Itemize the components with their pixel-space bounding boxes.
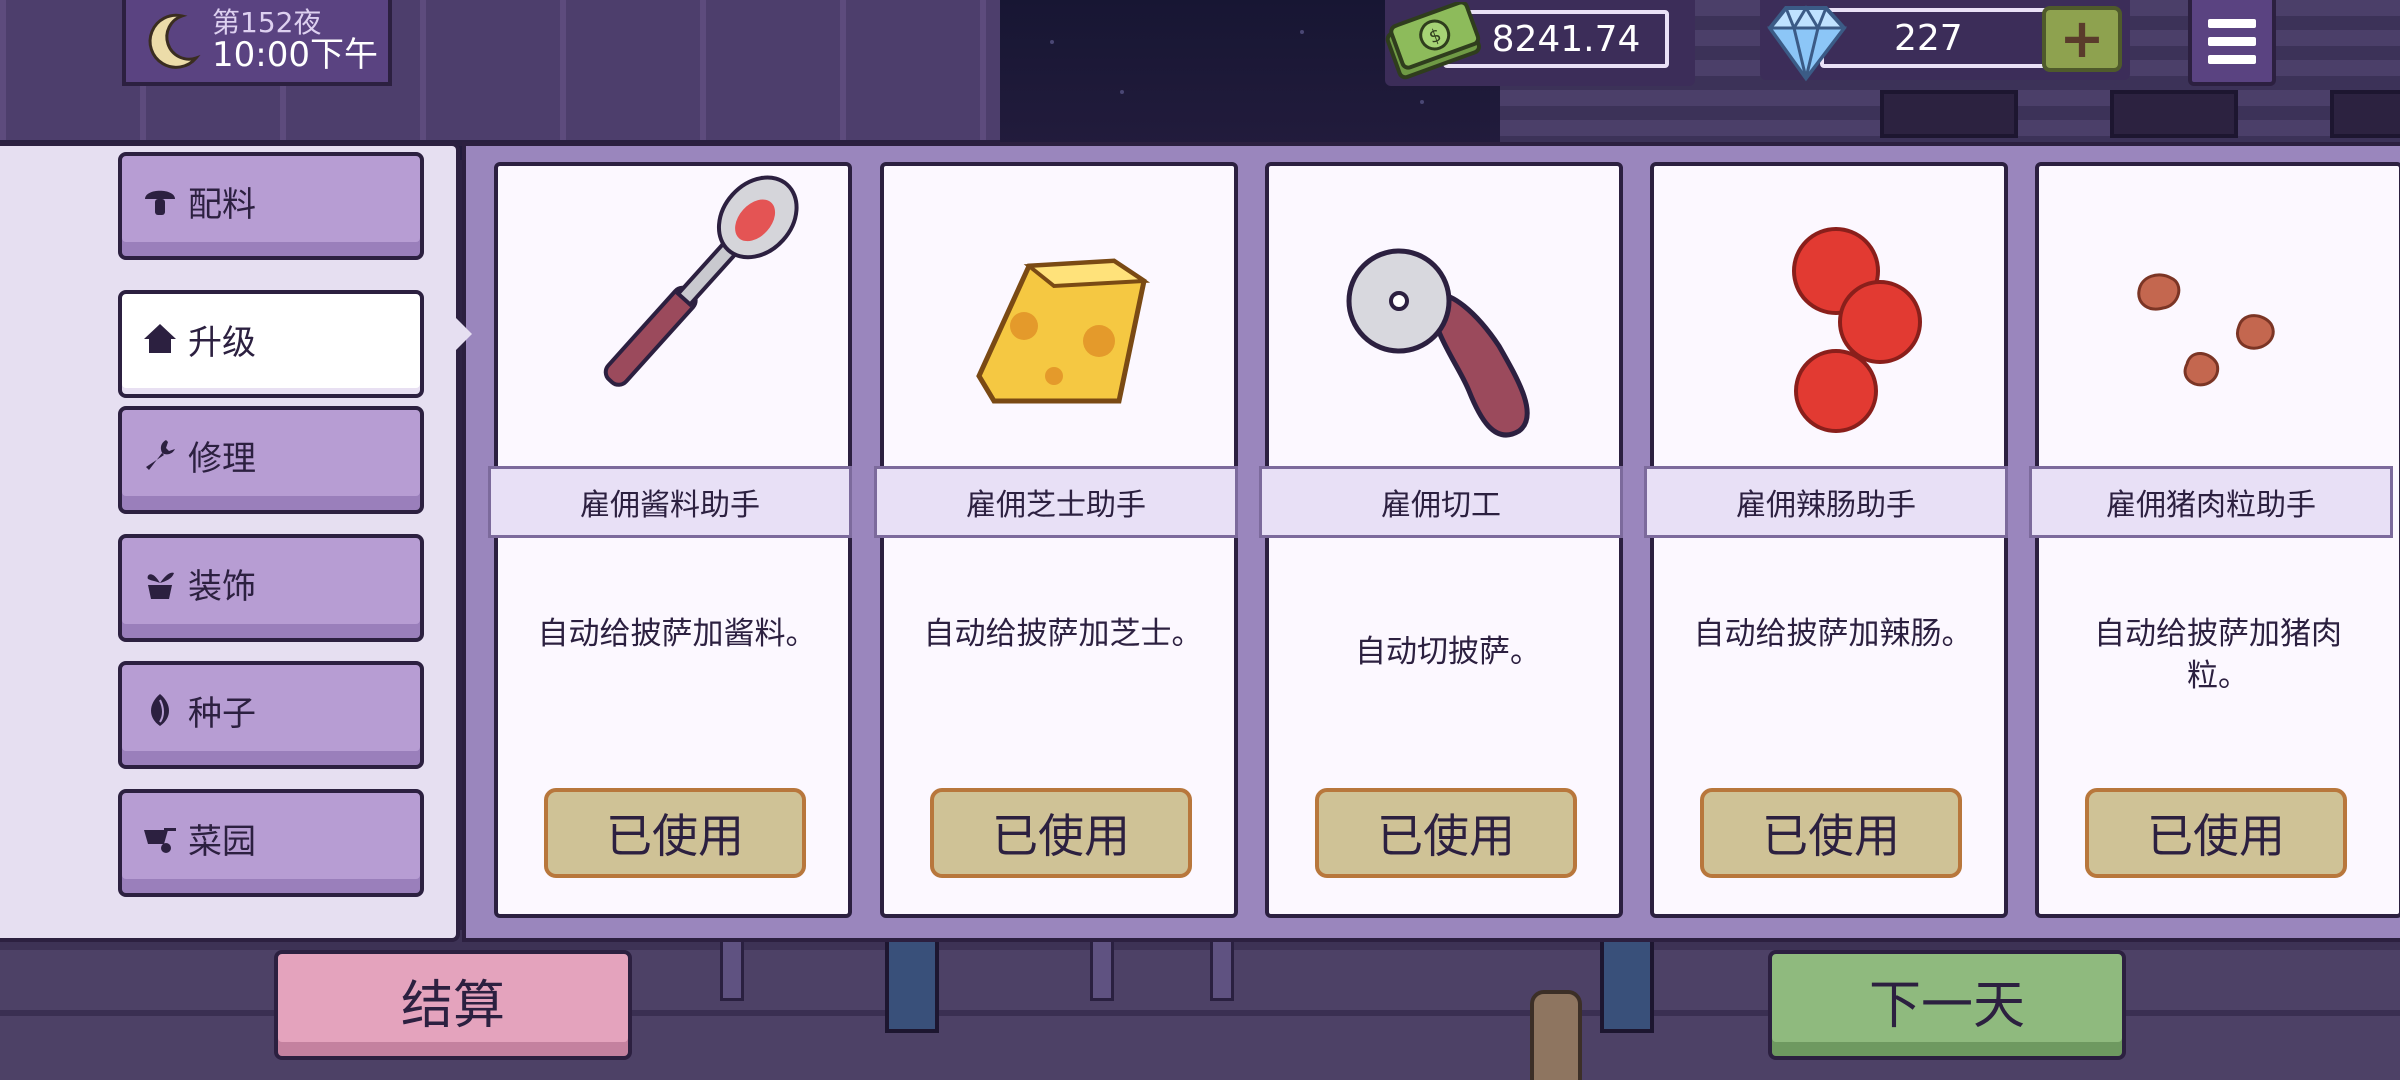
card-description: 自动切披萨。 <box>1355 634 1541 670</box>
upgrade-card-sauce: 雇佣酱料助手 自动给披萨加酱料。 已使用 <box>488 162 852 918</box>
upgrade-card-sausage: 雇佣猪肉粒助手 自动给披萨加猪肉粒。 已使用 <box>2029 162 2400 918</box>
sauce-spoon-icon <box>498 166 848 466</box>
upgrade-card-pepperoni: 雇佣辣肠助手 自动给披萨加辣肠。 已使用 <box>1644 162 2008 918</box>
mushroom-icon <box>142 183 178 219</box>
pizza-cutter-icon <box>1269 166 1619 466</box>
sidebar-item-label: 配料 <box>188 184 256 225</box>
cheese-icon <box>884 166 1234 466</box>
sidebar-item-label: 菜园 <box>188 821 256 862</box>
clock: 10:00下午 <box>212 34 378 75</box>
sausage-crumbles-icon <box>2039 166 2399 466</box>
used-button[interactable]: 已使用 <box>1700 788 1962 878</box>
card-description: 自动给披萨加芝士。 <box>923 616 1203 652</box>
house-icon <box>142 321 178 357</box>
sidebar-item-label: 升级 <box>188 322 256 363</box>
hamburger-icon <box>2208 18 2256 28</box>
tab-garden[interactable]: 菜园 <box>118 789 424 897</box>
upgrade-card-cheese: 雇佣芝士助手 自动给披萨加芝士。 已使用 <box>874 162 1238 918</box>
card-description: 自动给披萨加猪肉粒。 <box>2094 616 2342 694</box>
potted-plant-icon <box>142 565 178 601</box>
upgrade-card-cutter: 雇佣切工 自动切披萨。 已使用 <box>1259 162 1623 918</box>
menu-button[interactable] <box>2188 0 2276 86</box>
money-display: 8241.74 $ <box>1385 0 1695 86</box>
sidebar-item-label: 种子 <box>188 693 256 734</box>
tab-decoration[interactable]: 装饰 <box>118 534 424 642</box>
next-day-button[interactable]: 下一天 <box>1768 950 2126 1060</box>
card-title: 雇佣猪肉粒助手 <box>2029 466 2393 538</box>
tab-repair[interactable]: 修理 <box>118 406 424 514</box>
card-title: 雇佣切工 <box>1259 466 1623 538</box>
tab-seeds[interactable]: 种子 <box>118 661 424 769</box>
card-description: 自动给披萨加酱料。 <box>537 616 817 652</box>
used-button[interactable]: 已使用 <box>930 788 1192 878</box>
active-tab-pointer <box>448 310 472 358</box>
seed-icon <box>142 692 178 728</box>
wrench-icon <box>142 437 178 473</box>
card-title: 雇佣芝士助手 <box>874 466 1238 538</box>
tab-ingredients[interactable]: 配料 <box>118 152 424 260</box>
card-title: 雇佣酱料助手 <box>488 466 852 538</box>
used-button[interactable]: 已使用 <box>544 788 806 878</box>
sidebar-item-label: 修理 <box>188 438 256 479</box>
moon-icon <box>142 10 204 72</box>
card-title: 雇佣辣肠助手 <box>1644 466 2008 538</box>
wheelbarrow-icon <box>142 820 178 856</box>
card-description: 自动给披萨加辣肠。 <box>1693 616 1973 652</box>
cash-icon: $ <box>1385 0 1481 82</box>
tab-upgrades[interactable]: 升级 <box>118 290 424 398</box>
used-button[interactable]: 已使用 <box>2085 788 2347 878</box>
sidebar-item-label: 装饰 <box>188 566 256 607</box>
night-counter: 第152夜 <box>212 6 322 40</box>
settle-button[interactable]: 结算 <box>274 950 632 1060</box>
add-gems-button[interactable]: + <box>2042 6 2122 72</box>
time-display: 第152夜 10:00下午 <box>122 0 392 86</box>
pepperoni-icon <box>1654 166 2004 466</box>
fire-hydrant <box>1530 990 1582 1080</box>
diamond-icon <box>1760 0 1852 84</box>
used-button[interactable]: 已使用 <box>1315 788 1577 878</box>
